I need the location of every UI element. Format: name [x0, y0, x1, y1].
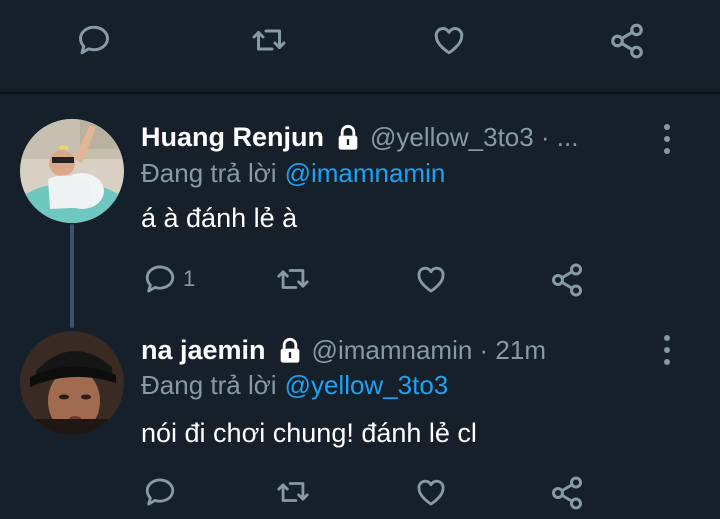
- share-button[interactable]: [549, 262, 585, 298]
- heart-icon: [434, 27, 464, 55]
- tweet-header: Huang Renjun @yellow_3to3 · ...: [141, 122, 578, 153]
- retweet-icon: [277, 269, 309, 289]
- tweet-actions: 1: [0, 262, 720, 302]
- reply-icon: [79, 25, 109, 55]
- retweet-button[interactable]: [250, 22, 288, 58]
- avatar-image: [20, 331, 124, 435]
- avatar-image: [20, 119, 124, 223]
- more-options-icon[interactable]: [656, 124, 678, 154]
- replying-label: Đang trả lời: [141, 370, 277, 400]
- top-action-bar: [0, 22, 720, 62]
- avatar[interactable]: [20, 331, 124, 435]
- retweet-icon: [277, 482, 309, 502]
- tweet-header: na jaemin @imamnamin · 21m: [141, 335, 546, 366]
- mention-link[interactable]: @imamnamin: [285, 158, 446, 188]
- like-button[interactable]: [413, 262, 449, 296]
- username-and-time[interactable]: @imamnamin · 21m: [312, 335, 546, 366]
- replying-to: Đang trả lời @yellow_3to3: [141, 370, 448, 401]
- tweet-text: nói đi chơi chung! đánh lẻ cl: [141, 418, 477, 448]
- heart-icon: [417, 266, 445, 293]
- tweet-actions: [0, 475, 720, 515]
- reply-count: 1: [183, 266, 196, 291]
- retweet-button[interactable]: [275, 262, 311, 296]
- share-icon: [552, 263, 582, 297]
- tweet-text: á à đánh lẻ à: [141, 203, 298, 233]
- avatar[interactable]: [20, 119, 124, 223]
- reply-icon: [145, 478, 175, 506]
- retweet-button[interactable]: [275, 475, 311, 509]
- like-button[interactable]: [413, 475, 449, 509]
- share-icon: [552, 476, 582, 510]
- reply-button[interactable]: 1: [143, 262, 195, 296]
- share-icon: [611, 23, 643, 59]
- retweet-icon: [252, 29, 286, 51]
- replying-to: Đang trả lời @imamnamin: [141, 158, 445, 189]
- display-name[interactable]: Huang Renjun: [141, 122, 324, 153]
- reply-button[interactable]: [143, 475, 177, 509]
- share-button[interactable]: [608, 22, 646, 60]
- like-button[interactable]: [430, 22, 468, 58]
- lock-icon: [276, 337, 304, 365]
- display-name[interactable]: na jaemin: [141, 335, 266, 366]
- share-button[interactable]: [549, 475, 585, 511]
- tweet-divider: [0, 92, 720, 94]
- username-and-time[interactable]: @yellow_3to3 · ...: [370, 122, 578, 153]
- reply-icon: [145, 265, 175, 293]
- more-options-icon[interactable]: [656, 335, 678, 365]
- lock-icon: [334, 124, 362, 152]
- heart-icon: [417, 479, 445, 506]
- reply-button[interactable]: [76, 22, 112, 58]
- mention-link[interactable]: @yellow_3to3: [285, 370, 449, 400]
- replying-label: Đang trả lời: [141, 158, 277, 188]
